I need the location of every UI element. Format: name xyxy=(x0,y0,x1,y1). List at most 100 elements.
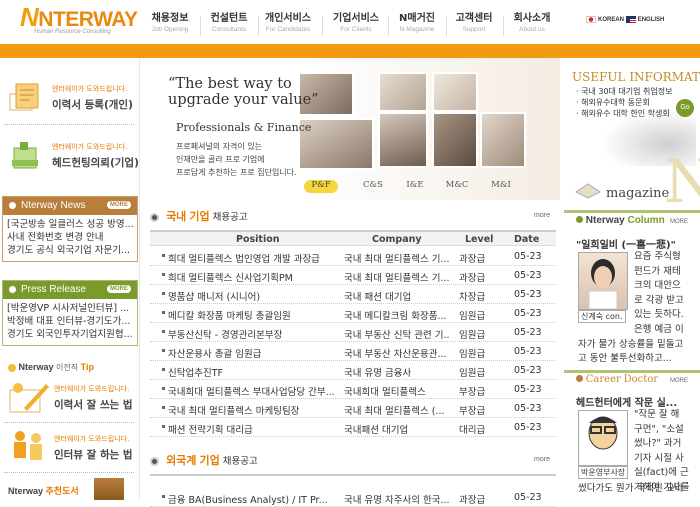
banner-tab-mc[interactable]: M&C xyxy=(440,180,474,193)
table-row[interactable]: 자산운용사 총괄 임원급 국내 부동산 자산운용관... 임원급 05-23 xyxy=(150,342,556,361)
nav-sublabel: N-Magazine xyxy=(399,26,435,33)
useful-item[interactable]: · 국내 30대 대기업 취업정보 xyxy=(576,86,673,97)
section-bullet-icon xyxy=(150,456,159,466)
tip-heading: Nterway 이전직 Tip xyxy=(8,362,94,373)
table-row[interactable]: 국내희대 멀티플렉스 부대사업담당 간부... 국내희대 멀티플렉스 부장급 05-2… xyxy=(150,380,556,399)
cell-position[interactable]: 패션 전략기획 대리급 xyxy=(168,422,342,436)
nav-for-clients[interactable]: 기업서비스 For Clients xyxy=(328,12,384,42)
nav-consultants[interactable]: 컨설턴트 Consultants xyxy=(204,12,254,42)
table-row[interactable]: 명품샵 매니저 (시니어) 국내 패션 대기업 차장급 05-23 xyxy=(150,285,556,304)
resume-register-link[interactable]: 엔터웨이가 도와드립니다. 이력서 등록(개인) xyxy=(52,84,133,112)
table-top-border xyxy=(150,474,556,476)
book-accent: 추천도서 xyxy=(45,486,79,496)
nav-sublabel: Job Opening xyxy=(151,26,189,33)
career-line: 썼다가도 뭔가 극적인 요라 xyxy=(578,483,684,494)
cell-position[interactable]: 금융 BA(Business Analyst) / IT Pr... xyxy=(168,492,342,506)
cell-position[interactable]: 국내 최대 멀티플렉스 마케팅팀장 xyxy=(168,403,342,417)
row-bullet-icon xyxy=(162,349,165,352)
row-bullet-icon xyxy=(162,273,165,276)
tip-resume-link[interactable]: 엔터웨이가 도와드립니다. 이력서 잘 쓰는 법 xyxy=(54,384,133,412)
nav-support[interactable]: 고객센터 Support xyxy=(450,12,498,42)
cell-level: 임원급 xyxy=(459,368,486,379)
cell-position[interactable]: 국내희대 멀티플렉스 부대사업담당 간부... xyxy=(168,384,342,398)
columnist-portrait xyxy=(578,252,628,310)
press-item[interactable]: 박정배 대표 인터뷰-경기도가... xyxy=(3,315,137,328)
nav-job-opening[interactable]: 채용정보 Job Opening xyxy=(145,12,195,42)
domestic-subtitle: 채용공고 xyxy=(212,212,248,223)
row-bullet-icon xyxy=(162,330,165,333)
tip1-big-label: 이력서 잘 쓰는 법 xyxy=(54,399,133,411)
news-item[interactable]: 경기도 공식 외국기업 자문기... xyxy=(3,244,137,257)
table-row[interactable]: 부동산신탁 - 경영관리본부장 국내 부동산 신탁 관련 기... 임원급 05-23 xyxy=(150,323,556,342)
columnist-caption: 신계숙 con. xyxy=(578,310,626,323)
press-more-button[interactable]: MORE xyxy=(107,285,131,293)
cell-level: 부장급 xyxy=(459,406,486,417)
news-item[interactable]: 사내 전화번호 변경 안내 xyxy=(3,231,137,244)
nav-about-us[interactable]: 회사소개 About us xyxy=(508,12,556,42)
nav-n-magazine[interactable]: N매거진 N-Magazine xyxy=(392,12,442,42)
press-item[interactable]: [박운영VP 시사저널인터뷰] ... xyxy=(3,302,137,315)
useful-item[interactable]: · 해외유수 대학 한인 학생회 xyxy=(576,108,670,119)
table-row[interactable]: 희대 멀티플렉스 신사업기획PM 국내 최대 멀티플렉스 기... 과장급 05-23 xyxy=(150,266,556,285)
cell-position[interactable]: 부동산신탁 - 경영관리본부장 xyxy=(168,327,342,341)
banner-tab-mi[interactable]: M&I xyxy=(484,180,518,193)
language-switcher: KOREAN ENGLISH xyxy=(586,16,664,23)
tip-brand: Nterway xyxy=(18,362,54,372)
career-more-button[interactable]: MORE xyxy=(670,378,688,384)
row-bullet-icon xyxy=(162,425,165,428)
cell-level: 과장급 xyxy=(459,495,486,506)
row-bullet-icon xyxy=(162,406,165,409)
logo[interactable]: NNTERWAY Human Resource Consulting xyxy=(20,4,138,38)
banner-tab-pf[interactable]: P&F xyxy=(304,180,338,193)
cell-date: 05-23 xyxy=(514,422,542,433)
table-row[interactable]: 금융 BA(Business Analyst) / IT Pr... 국내 유명 … xyxy=(150,488,556,507)
news-item[interactable]: [국군방송 일클러스 성공 방영... xyxy=(3,218,137,231)
cell-position[interactable]: 신탁업추진TF xyxy=(168,365,342,379)
lang-english-link[interactable]: ENGLISH xyxy=(638,17,665,23)
nav-sublabel: About us xyxy=(519,26,545,33)
table-row[interactable]: 국내 최대 멀티플렉스 마케팅팀장 국내 최대 멀티플렉스 (... 부장급 05-2… xyxy=(150,399,556,418)
foreign-subtitle: 채용공고 xyxy=(222,456,258,467)
domestic-more-link[interactable]: more xyxy=(534,212,550,219)
tip-interview-link[interactable]: 엔터웨이가 도와드립니다. 인터뷰 잘 하는 법 xyxy=(54,434,133,462)
banner-tab-cs[interactable]: C&S xyxy=(356,180,390,193)
cell-company: 국내 최대 멀티플렉스 기... xyxy=(344,254,450,265)
press-item[interactable]: 경기도 외국인투자기업지원협... xyxy=(3,328,137,341)
resume-small-label: 엔터웨이가 도와드립니다. xyxy=(52,85,128,93)
cell-position[interactable]: 메디칼 화장품 마케팅 총괄임원 xyxy=(168,308,342,322)
career-headline[interactable]: 헤드헌터에게 작문 실... xyxy=(576,394,677,409)
headhunt-small-label: 엔터웨이가 도와드립니다. xyxy=(52,143,128,151)
cell-position[interactable]: 명품샵 매니저 (시니어) xyxy=(168,289,342,303)
news-box: Nterway News MORE [국군방송 일클러스 성공 방영... 사내… xyxy=(2,196,138,262)
table-header: Position Company Level Date xyxy=(150,230,556,246)
career-portrait xyxy=(578,410,628,466)
table-row[interactable]: 신탁업추진TF 국내 유명 금융사 임원급 05-23 xyxy=(150,361,556,380)
column-more-button[interactable]: MORE xyxy=(670,219,688,225)
banner-tab-ie[interactable]: I&E xyxy=(398,180,432,193)
nav-for-candidates[interactable]: 개인서비스 For Candidates xyxy=(260,12,316,42)
nav-label: 개인서비스 xyxy=(265,13,311,24)
nav-sublabel: For Candidates xyxy=(265,26,311,33)
column-line: 요즘 주식형 xyxy=(634,251,681,262)
table-row[interactable]: 희대 멀티플렉스 법인영업 개발 과장급 국내 최대 멀티플렉스 기... 과장급 0… xyxy=(150,247,556,266)
news-more-button[interactable]: MORE xyxy=(107,201,131,209)
headhunting-request-link[interactable]: 엔터웨이가 도와드립니다. 헤드헌팅의뢰(기업) xyxy=(52,142,139,170)
banner-desc-line: 프로답게 추천하는 프로 집단입니다. xyxy=(176,168,297,177)
column-quote[interactable]: "일희일비 (一喜一悲)" xyxy=(576,236,676,251)
cell-position[interactable]: 희대 멀티플렉스 신사업기획PM xyxy=(168,270,342,284)
useful-go-button[interactable]: Go xyxy=(676,99,694,117)
cell-position[interactable]: 자산운용사 총괄 임원급 xyxy=(168,346,342,360)
section-bullet-icon xyxy=(150,212,159,222)
table-row[interactable]: 메디칼 화장품 마케팅 총괄임원 국내 메디칼크림 화장품... 임원급 05-23 xyxy=(150,304,556,323)
career-line: 기자 시절 사 xyxy=(634,452,684,464)
table-row[interactable]: 패션 전략기획 대리급 국내패션 대기업 대리급 05-23 xyxy=(150,418,556,437)
lang-korean-link[interactable]: KOREAN xyxy=(598,17,624,23)
nav-label: 채용정보 xyxy=(151,13,189,24)
cell-position[interactable]: 희대 멀티플렉스 법인영업 개발 과장급 xyxy=(168,251,342,265)
useful-item[interactable]: · 해외유수대학 동문회 xyxy=(576,97,650,108)
nav-label: 기업서비스 xyxy=(333,13,379,24)
nav-divider xyxy=(388,16,389,36)
foreign-more-link[interactable]: more xyxy=(534,456,550,463)
cell-level: 부장급 xyxy=(459,387,486,398)
press-header: Press Release MORE xyxy=(3,281,137,299)
